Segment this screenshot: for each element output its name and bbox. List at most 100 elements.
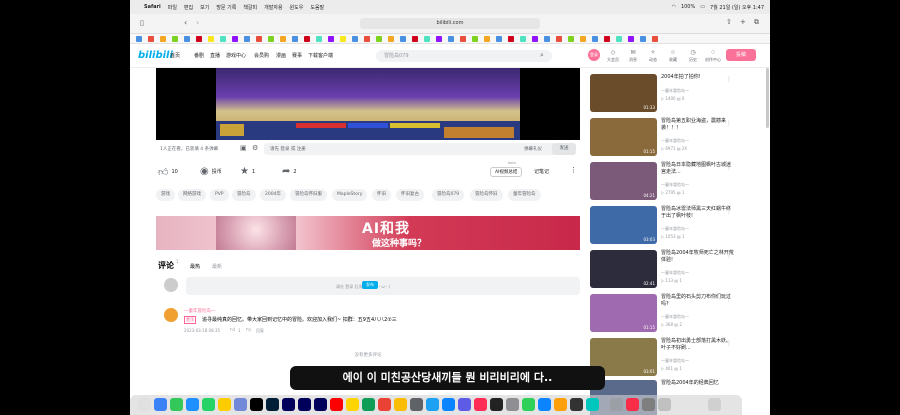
menu-item[interactable]: 책갈피 xyxy=(243,4,257,11)
bookmark-icon[interactable] xyxy=(652,36,658,42)
thumb-down-icon[interactable]: 👎︎ xyxy=(246,327,251,333)
publish-button[interactable]: 发布 xyxy=(362,281,378,289)
app-icon[interactable] xyxy=(234,398,247,411)
video-title[interactable]: 冒险岛第五职业海盗，震撼来袭！！！ xyxy=(661,118,735,132)
bookmark-icon[interactable] xyxy=(544,36,550,42)
video-title[interactable]: 冒险岛里的石头剪刀布你们玩过吗? xyxy=(661,294,735,308)
bookmark-icon[interactable] xyxy=(364,36,370,42)
coin-button[interactable]: ◉ 投币 xyxy=(200,166,222,177)
tag[interactable]: 童年冒险岛 xyxy=(508,189,541,201)
bookmark-icon[interactable] xyxy=(556,36,562,42)
header-creator-center[interactable]: ♢ 创作中心 xyxy=(704,49,722,63)
bookmark-icon[interactable] xyxy=(628,36,634,42)
uploader[interactable]: 一童年冒险岛一 xyxy=(661,270,689,276)
ad-banner[interactable]: AI和我 做这种事吗？ xyxy=(156,216,580,250)
photoshop-icon[interactable] xyxy=(266,398,279,411)
uploader[interactable]: 一童年冒险岛一 xyxy=(661,226,689,232)
app-icon[interactable] xyxy=(522,398,535,411)
bookmark-icon[interactable] xyxy=(244,36,250,42)
login-avatar[interactable]: 登录 xyxy=(588,49,600,61)
bookmark-icon[interactable] xyxy=(220,36,226,42)
site-logo[interactable]: bilibili xyxy=(138,50,173,61)
menu-item[interactable]: 보기 xyxy=(200,4,209,11)
related-video[interactable]: 03:01 冒险岛初出勇士部落打黑木妖。叶子不好刷... 一童年冒险岛一 ▷ 4… xyxy=(590,338,770,380)
video-thumbnail[interactable]: 01:15 xyxy=(590,294,657,332)
bookmark-icon[interactable] xyxy=(520,36,526,42)
tag[interactable]: 怀旧 xyxy=(372,189,391,201)
danmaku-etiquette[interactable]: 弹幕礼仪 xyxy=(524,146,542,152)
tag[interactable]: 2004年 xyxy=(260,189,286,201)
app-icon[interactable] xyxy=(610,398,623,411)
folder-icon[interactable] xyxy=(658,398,671,411)
app-icon[interactable] xyxy=(378,398,391,411)
app-store-icon[interactable] xyxy=(442,398,455,411)
uploader[interactable]: 一童年冒险岛一 xyxy=(661,314,689,320)
note-button[interactable]: 记笔记 xyxy=(534,168,549,175)
media-encoder-icon[interactable] xyxy=(314,398,327,411)
bookmark-icon[interactable] xyxy=(484,36,490,42)
video-thumbnail[interactable]: 04:21 xyxy=(590,162,657,200)
bookmark-icon[interactable] xyxy=(280,36,286,42)
app-icon[interactable] xyxy=(586,398,599,411)
more-icon[interactable]: ⋮ xyxy=(726,208,732,215)
bookmark-icon[interactable] xyxy=(436,36,442,42)
app-icon[interactable] xyxy=(554,398,567,411)
share-icon[interactable]: ⇧ xyxy=(726,18,732,26)
more-icon[interactable]: ⋮ xyxy=(726,120,732,127)
tag[interactable]: 冒险岛079 xyxy=(432,189,465,201)
more-icon[interactable]: ⋮ xyxy=(726,252,732,259)
safari-icon[interactable] xyxy=(186,398,199,411)
app-icon[interactable] xyxy=(490,398,503,411)
app-icon[interactable] xyxy=(642,398,655,411)
bookmark-icon[interactable] xyxy=(232,36,238,42)
nav-anime[interactable]: 番剧 xyxy=(194,52,204,59)
bookmark-icon[interactable] xyxy=(196,36,202,42)
bookmark-icon[interactable] xyxy=(148,36,154,42)
app-icon[interactable] xyxy=(218,398,231,411)
forward-icon[interactable]: › xyxy=(196,18,199,27)
video-title[interactable]: 冒险岛2004年牧师死亡之林开荒体验! xyxy=(661,250,735,264)
bookmark-icon[interactable] xyxy=(256,36,262,42)
bookmark-icon[interactable] xyxy=(292,36,298,42)
uploader[interactable]: 一童年冒险岛一 xyxy=(661,88,689,94)
bookmark-icon[interactable] xyxy=(592,36,598,42)
clock[interactable]: 7월 21일 (일) 오후 1:47 xyxy=(710,4,764,11)
app-icon[interactable] xyxy=(506,398,519,411)
more-icon[interactable]: ⋮ xyxy=(726,296,732,303)
sort-hot[interactable]: 最热 xyxy=(190,263,200,270)
video-title[interactable]: 冒险岛冰雷法师黑三天红蜗牛终于出了枫叶枝! xyxy=(661,206,735,220)
danmaku-input[interactable]: 请先 登录 或 注册 弹幕礼仪 发送 xyxy=(264,143,576,155)
tag[interactable]: 游戏 xyxy=(156,189,175,201)
sort-new[interactable]: 最新 xyxy=(212,263,222,270)
back-icon[interactable]: ‹ xyxy=(184,18,187,27)
tag[interactable]: 怀旧复古 xyxy=(396,189,424,201)
tag[interactable]: PVP xyxy=(210,189,229,201)
address-bar[interactable]: bilibili.com xyxy=(360,18,540,29)
more-icon[interactable]: ⋮ xyxy=(726,340,732,347)
upload-button[interactable]: 投稿 xyxy=(726,49,756,61)
bookmark-icon[interactable] xyxy=(136,36,142,42)
video-thumbnail[interactable]: 03:03 xyxy=(590,206,657,244)
bookmark-icon[interactable] xyxy=(616,36,622,42)
more-icon[interactable]: ⋮ xyxy=(570,166,577,174)
menu-item[interactable]: 방문 기록 xyxy=(216,4,236,11)
menu-item[interactable]: 편집 xyxy=(184,4,193,11)
nav-manga[interactable]: 漫画 xyxy=(276,52,286,59)
menu-item[interactable]: 윈도우 xyxy=(290,4,304,11)
scrollbar[interactable] xyxy=(766,68,769,128)
video-thumbnail[interactable]: 02:41 xyxy=(590,250,657,288)
nav-game-center[interactable]: 游戏中心 xyxy=(226,52,246,59)
app-icon[interactable] xyxy=(458,398,471,411)
bookmark-icon[interactable] xyxy=(580,36,586,42)
reply-button[interactable]: 回复 xyxy=(256,328,264,334)
menu-item[interactable]: 개발자용 xyxy=(264,4,282,11)
header-vip[interactable]: ◇ 大会员 xyxy=(604,49,622,63)
app-icon[interactable] xyxy=(362,398,375,411)
app-icon[interactable] xyxy=(474,398,487,411)
header-favorites[interactable]: ☆ 收藏 xyxy=(664,49,682,63)
app-icon[interactable] xyxy=(346,398,359,411)
nav-shop[interactable]: 会员购 xyxy=(254,52,269,59)
tag[interactable]: 网络游戏 xyxy=(178,189,206,201)
trash-icon[interactable] xyxy=(708,398,721,411)
video-title[interactable]: 2004年拍了拍你! xyxy=(661,74,735,81)
